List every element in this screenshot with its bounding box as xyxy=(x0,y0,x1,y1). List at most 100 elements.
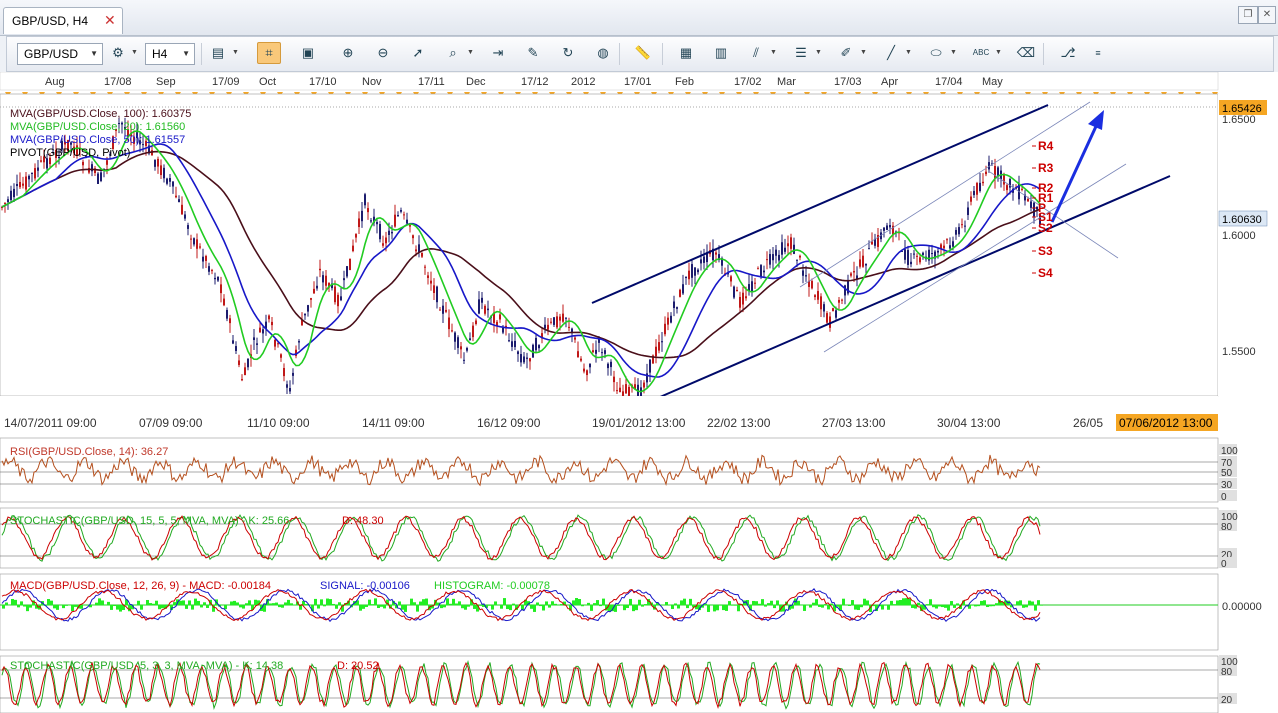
chevron-down-icon[interactable]: ▼ xyxy=(232,49,239,56)
candle-body xyxy=(157,158,159,167)
chevron-down-icon[interactable]: ▼ xyxy=(860,49,867,56)
chart-type-icon[interactable]: ▤ xyxy=(207,42,229,64)
close-tab-icon[interactable]: ✕ xyxy=(104,12,116,29)
candle-body xyxy=(964,225,966,227)
candle-body xyxy=(352,245,354,252)
chevron-down-icon: ▼ xyxy=(90,49,98,58)
globe-icon[interactable]: ◍ xyxy=(592,42,614,64)
candle-body xyxy=(682,284,684,294)
histogram-bar xyxy=(539,605,542,607)
histogram-bar xyxy=(455,603,458,605)
tab-bar: GBP/USD, H4 ✕ ❐ ✕ xyxy=(0,0,1278,36)
ruler-icon[interactable]: 📏 xyxy=(632,42,654,64)
bottom-date-label: 16/12 09:00 xyxy=(477,416,541,430)
histogram-bar xyxy=(1028,600,1031,605)
histogram-bar xyxy=(752,600,755,605)
pivot-label: S4 xyxy=(1038,266,1053,280)
restore-window-icon[interactable]: ❐ xyxy=(1238,6,1258,24)
histogram-bar xyxy=(281,605,284,608)
histogram-bar xyxy=(206,605,209,608)
refresh-icon[interactable]: ↻ xyxy=(557,42,579,64)
histogram-bar xyxy=(947,605,950,611)
close-window-icon[interactable]: ✕ xyxy=(1258,6,1276,24)
zoom-out-icon[interactable]: ⊖ xyxy=(372,42,394,64)
crosshair-icon[interactable]: ⌗ xyxy=(257,42,281,64)
candle-body xyxy=(559,316,561,321)
chart-area[interactable]: Aug 17/08 Sep 17/09 Oct 17/10 Nov 17/11 Dec 17/12… xyxy=(0,72,1278,713)
pencil-icon[interactable]: ✐ xyxy=(835,42,857,64)
properties-icon[interactable]: ▣ xyxy=(297,42,319,64)
rsi-panel[interactable] xyxy=(0,437,1219,503)
candle-body xyxy=(688,270,690,280)
histogram-bar xyxy=(1040,605,1043,606)
trend-line-icon[interactable]: ╱ xyxy=(880,42,902,64)
histogram-bar xyxy=(935,605,938,609)
histogram-bar xyxy=(956,603,959,605)
candle-body xyxy=(34,168,36,179)
candle-body xyxy=(163,167,165,179)
histogram-bar xyxy=(641,605,644,607)
histogram-bar xyxy=(674,603,677,605)
histogram-bar xyxy=(239,605,242,608)
histogram-bar xyxy=(932,605,935,608)
histogram-bar xyxy=(1031,601,1034,605)
histogram-bar xyxy=(581,605,584,607)
ellipse-icon[interactable]: ⬭ xyxy=(925,42,947,64)
chevron-down-icon[interactable]: ▼ xyxy=(770,49,777,56)
chevron-down-icon[interactable]: ▼ xyxy=(815,49,822,56)
more-icon[interactable]: ≡ xyxy=(1087,42,1109,64)
period-separator-icon[interactable]: ⇥ xyxy=(487,42,509,64)
chevron-down-icon[interactable]: ▼ xyxy=(131,49,138,56)
histogram-bar xyxy=(977,605,980,607)
text-label-icon[interactable]: ABC xyxy=(970,42,992,64)
chevron-down-icon[interactable]: ▼ xyxy=(467,49,474,56)
candle-body xyxy=(208,266,210,272)
chart-tab[interactable]: GBP/USD, H4 ✕ xyxy=(3,7,123,34)
candle-body xyxy=(394,214,396,227)
bottom-date-label: 19/01/2012 13:00 xyxy=(592,416,686,430)
histogram-bar xyxy=(464,605,467,610)
chevron-down-icon[interactable]: ▼ xyxy=(950,49,957,56)
candle-body xyxy=(508,340,510,342)
pointer-icon[interactable]: ➚ xyxy=(407,42,429,64)
candle-body xyxy=(487,308,489,311)
candle-body xyxy=(835,310,837,318)
horizontal-line-icon[interactable]: ☰ xyxy=(790,42,812,64)
histogram-bar xyxy=(473,605,476,609)
histogram-bar xyxy=(842,598,845,605)
chevron-down-icon[interactable]: ▼ xyxy=(905,49,912,56)
histogram-bar xyxy=(416,605,419,612)
candle-body xyxy=(592,350,594,353)
zoom-in-icon[interactable]: ⊕ xyxy=(337,42,359,64)
pivot-label: R4 xyxy=(1038,139,1054,153)
top-date-label: May xyxy=(982,76,1003,88)
symbol-select[interactable]: GBP/USD ▼ xyxy=(17,43,103,65)
histogram-bar xyxy=(440,605,443,609)
eraser-icon[interactable]: ⌫ xyxy=(1015,42,1037,64)
insert-object-icon[interactable]: ✎ xyxy=(522,42,544,64)
zoom-box-icon[interactable]: ⌕ xyxy=(442,42,464,64)
candle-body xyxy=(607,363,609,369)
candle-body xyxy=(595,349,597,354)
price-tick: 1.5500 xyxy=(1222,346,1256,358)
histogram-bar xyxy=(47,599,50,605)
chevron-down-icon[interactable]: ▼ xyxy=(995,49,1002,56)
indicators-icon[interactable]: ⚙ xyxy=(107,42,129,64)
template-icon[interactable]: ▥ xyxy=(710,42,732,64)
candle-body xyxy=(286,384,288,388)
timeframe-select[interactable]: H4 ▼ xyxy=(145,43,195,65)
candle-body xyxy=(970,196,972,202)
chart-toolbar: GBP/USD ▼ ⚙ ▼ H4 ▼ ▤ ▼ ⌗ ▣ ⊕ ⊖ ➚ ⌕ ▼ ⇥ ✎ ↻… xyxy=(6,36,1274,72)
price-chart[interactable]: Aug 17/08 Sep 17/09 Oct 17/10 Nov 17/11 Dec 17/12… xyxy=(0,72,1278,713)
toolbar-separator xyxy=(662,43,663,65)
chart-tab-title: GBP/USD, H4 xyxy=(12,14,89,28)
save-image-icon[interactable]: ▦ xyxy=(675,42,697,64)
histogram-bar xyxy=(764,605,767,607)
histogram-bar xyxy=(884,605,887,606)
histogram-bar xyxy=(503,598,506,605)
candle-body xyxy=(751,281,753,292)
tree-icon[interactable]: ⎇ xyxy=(1057,42,1079,64)
histogram-bar xyxy=(536,602,539,605)
fibonacci-icon[interactable]: ⫽ xyxy=(745,42,767,64)
histogram-bar xyxy=(500,605,503,609)
